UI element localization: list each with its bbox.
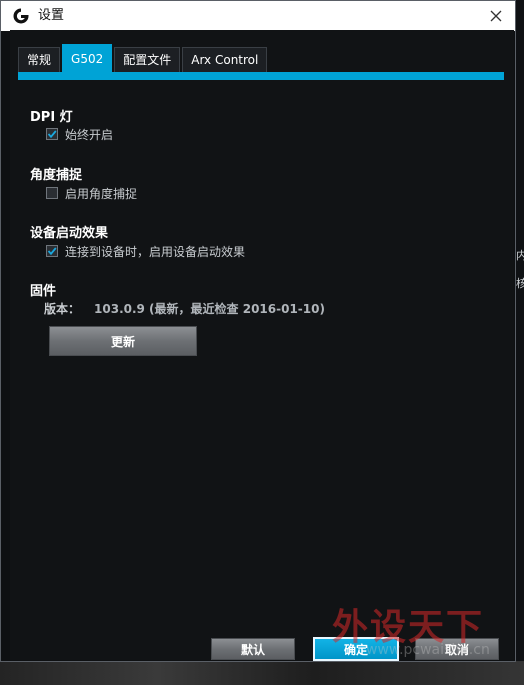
startup-effect-option[interactable]: 连接到设备时，启用设备启动效果 bbox=[46, 243, 245, 259]
update-firmware-button[interactable]: 更新 bbox=[49, 326, 197, 356]
logitech-g-logo-icon bbox=[13, 8, 29, 24]
angle-snapping-option[interactable]: 启用角度捕捉 bbox=[46, 185, 137, 201]
firmware-version-row: 版本： 103.0.9 (最新，最近检查 2016-01-10) bbox=[44, 300, 325, 317]
window-title: 设置 bbox=[38, 8, 65, 23]
background-text-2: 核 bbox=[516, 277, 524, 290]
ok-button[interactable]: 确定 bbox=[313, 637, 399, 661]
title-bar: 设置 bbox=[1, 1, 515, 31]
dpi-always-on-checkbox[interactable] bbox=[46, 128, 58, 140]
firmware-version-value: 103.0.9 (最新，最近检查 2016-01-10) bbox=[94, 302, 325, 316]
dpi-light-heading: DPI 灯 bbox=[30, 110, 73, 125]
background-app-right: 内 核 bbox=[516, 0, 524, 685]
startup-effect-checkbox[interactable] bbox=[46, 245, 58, 257]
tab-g502[interactable]: G502 bbox=[62, 44, 113, 72]
background-taskbar-strip bbox=[0, 661, 524, 685]
close-button[interactable] bbox=[481, 1, 511, 31]
checkmark-icon bbox=[47, 247, 57, 256]
firmware-version-label: 版本： bbox=[44, 302, 81, 316]
dpi-always-on-label: 始终开启 bbox=[65, 127, 114, 142]
default-button[interactable]: 默认 bbox=[211, 638, 295, 660]
tab-arx-control[interactable]: Arx Control bbox=[182, 47, 268, 72]
dpi-always-on-option[interactable]: 始终开启 bbox=[46, 126, 113, 142]
cancel-button[interactable]: 取消 bbox=[415, 638, 499, 660]
firmware-heading: 固件 bbox=[30, 284, 57, 299]
tab-general[interactable]: 常规 bbox=[18, 47, 61, 72]
angle-snapping-checkbox[interactable] bbox=[46, 187, 58, 199]
tab-bar: 常规 G502 配置文件 Arx Control bbox=[18, 44, 269, 72]
close-icon bbox=[490, 10, 502, 22]
startup-effect-heading: 设备启动效果 bbox=[30, 226, 109, 241]
startup-effect-label: 连接到设备时，启用设备启动效果 bbox=[65, 244, 246, 259]
checkmark-icon bbox=[47, 130, 57, 139]
tab-profiles[interactable]: 配置文件 bbox=[114, 47, 181, 72]
angle-snapping-label: 启用角度捕捉 bbox=[65, 186, 138, 201]
background-text-1: 内 bbox=[516, 249, 524, 262]
tab-underline bbox=[18, 72, 504, 80]
angle-snapping-heading: 角度捕捉 bbox=[30, 168, 83, 183]
